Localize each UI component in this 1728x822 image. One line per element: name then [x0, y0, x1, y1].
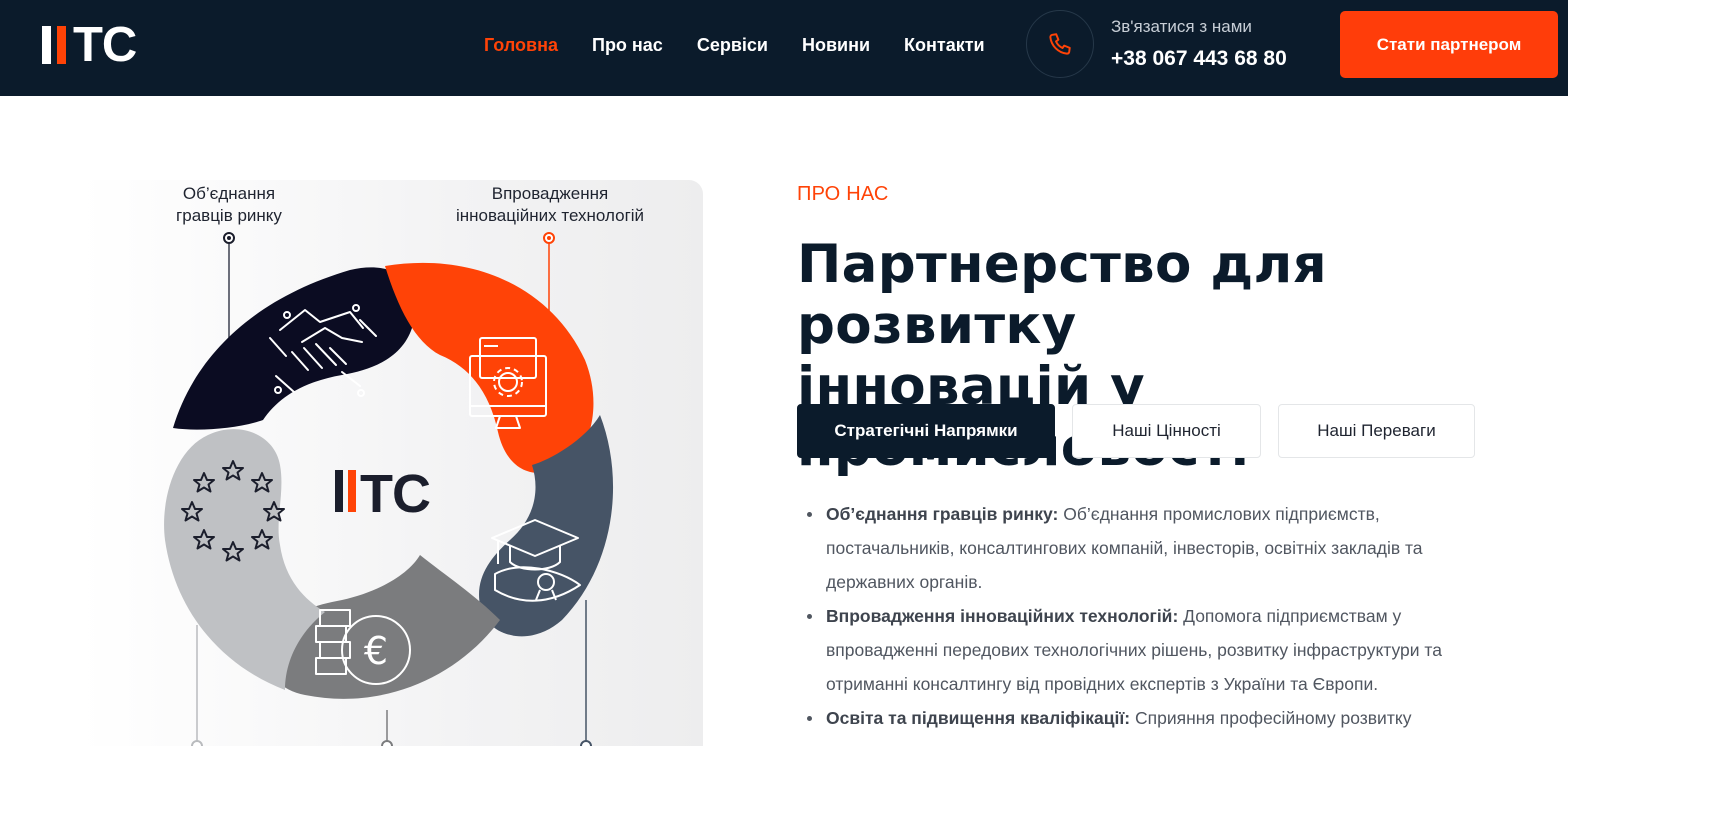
strategy-wheel: € TC: [164, 232, 614, 746]
logo-bar-accent: [57, 26, 66, 64]
about-tabs: Стратегічні Напрямки Наші Цінності Наші …: [797, 404, 1475, 458]
petal-innovation: [385, 262, 594, 474]
contact-label: Зв'язатися з нами: [1111, 17, 1252, 36]
nav-item-contacts[interactable]: Контакти: [904, 33, 985, 57]
site-header: TC Головна Про нас Сервіси Новини Контак…: [0, 0, 1568, 96]
label-market-players-line1: Об’єднання: [182, 184, 276, 203]
list-item-text: Сприяння професійному розвитку: [1130, 708, 1412, 728]
label-innovation-line2: інноваційних технологій: [455, 206, 645, 225]
svg-text:TC: TC: [360, 464, 430, 524]
phone-button[interactable]: [1026, 10, 1094, 78]
list-item: Об’єднання гравців ринку: Об’єднання про…: [807, 497, 1497, 599]
label-innovation-line1: Впровадження: [491, 184, 609, 203]
site-logo[interactable]: TC: [42, 18, 137, 72]
nav-item-home[interactable]: Головна: [484, 33, 558, 57]
label-innovation: Впровадження інноваційних технологій: [450, 183, 650, 227]
section-title-line1: Партнерство для розвитку: [797, 234, 1327, 356]
list-item-title: Освіта та підвищення кваліфікації:: [826, 708, 1131, 728]
nav-item-services[interactable]: Сервіси: [697, 33, 768, 57]
logo-bar: [42, 26, 51, 64]
section-eyebrow: ПРО НАС: [797, 183, 889, 205]
list-item-title: Впровадження інноваційних технологій:: [826, 606, 1179, 626]
tab-our-values[interactable]: Наші Цінності: [1072, 404, 1261, 458]
phone-icon: [1049, 33, 1071, 55]
list-item: Впровадження інноваційних технологій: До…: [807, 599, 1497, 701]
tab-our-advantages[interactable]: Наші Переваги: [1278, 404, 1475, 458]
strategy-list: Об’єднання гравців ринку: Об’єднання про…: [807, 497, 1497, 735]
tab-strategic-directions[interactable]: Стратегічні Напрямки: [797, 404, 1055, 458]
main-nav: Головна Про нас Сервіси Новини Контакти: [484, 33, 985, 57]
contact-phone[interactable]: +38 067 443 68 80: [1111, 47, 1287, 71]
nav-item-news[interactable]: Новини: [802, 33, 870, 57]
label-market-players-line2: гравців ринку: [176, 206, 282, 225]
label-market-players: Об’єднання гравців ринку: [174, 183, 284, 227]
list-item: Освіта та підвищення кваліфікації: Сприя…: [807, 701, 1497, 735]
strategy-illustration: € TC Об’єднання гравців ринку Впроваджен…: [80, 180, 703, 746]
petal-market-players: [173, 267, 416, 430]
logo-text: TC: [73, 18, 137, 72]
become-partner-button[interactable]: Стати партнером: [1340, 11, 1558, 78]
list-item-title: Об’єднання гравців ринку:: [826, 504, 1059, 524]
center-logo: TC: [335, 464, 431, 524]
svg-text:€: €: [364, 629, 388, 673]
nav-item-about[interactable]: Про нас: [592, 33, 663, 57]
